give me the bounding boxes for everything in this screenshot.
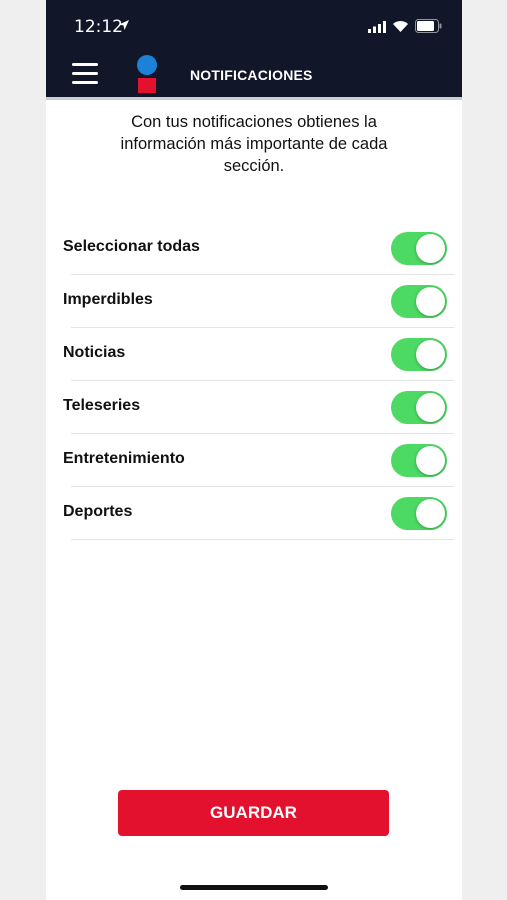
page-title: NOTIFICACIONES — [190, 67, 313, 83]
setting-row-deportes[interactable]: Deportes — [46, 487, 462, 540]
setting-row-noticias[interactable]: Noticias — [46, 328, 462, 381]
top-bar: 12:12 NOTIFICACIONES — [46, 0, 462, 97]
toggle-switch[interactable] — [391, 391, 447, 424]
header-divider — [46, 97, 462, 100]
notification-settings-list: Seleccionar todas Imperdibles Noticias T… — [46, 222, 462, 540]
setting-label: Teleseries — [63, 397, 141, 414]
setting-label: Seleccionar todas — [63, 238, 200, 255]
toggle-switch[interactable] — [391, 444, 447, 477]
setting-label: Imperdibles — [63, 291, 153, 308]
toggle-switch[interactable] — [391, 338, 447, 371]
setting-label: Noticias — [63, 344, 126, 361]
setting-row-select-all[interactable]: Seleccionar todas — [46, 222, 462, 275]
setting-row-imperdibles[interactable]: Imperdibles — [46, 275, 462, 328]
toggle-switch[interactable] — [391, 285, 447, 318]
battery-icon — [415, 19, 442, 33]
location-arrow-icon — [119, 20, 129, 30]
status-time: 12:12 — [74, 17, 123, 37]
intro-text: Con tus notificaciones obtienes la infor… — [120, 113, 388, 175]
hamburger-menu-icon[interactable] — [72, 63, 98, 85]
brand-logo — [137, 55, 157, 93]
setting-row-teleseries[interactable]: Teleseries — [46, 381, 462, 434]
setting-label: Deportes — [63, 503, 133, 520]
toggle-switch[interactable] — [391, 232, 447, 265]
save-button[interactable]: GUARDAR — [118, 790, 389, 836]
app-screen: 12:12 NOTIFICACIONES Con tus notificacio… — [46, 0, 462, 900]
home-indicator[interactable] — [180, 885, 328, 890]
setting-row-entretenimiento[interactable]: Entretenimiento — [46, 434, 462, 487]
wifi-icon — [393, 21, 408, 32]
row-divider — [71, 539, 454, 540]
signal-icon — [368, 21, 386, 33]
toggle-switch[interactable] — [391, 497, 447, 530]
setting-label: Entretenimiento — [63, 450, 185, 467]
